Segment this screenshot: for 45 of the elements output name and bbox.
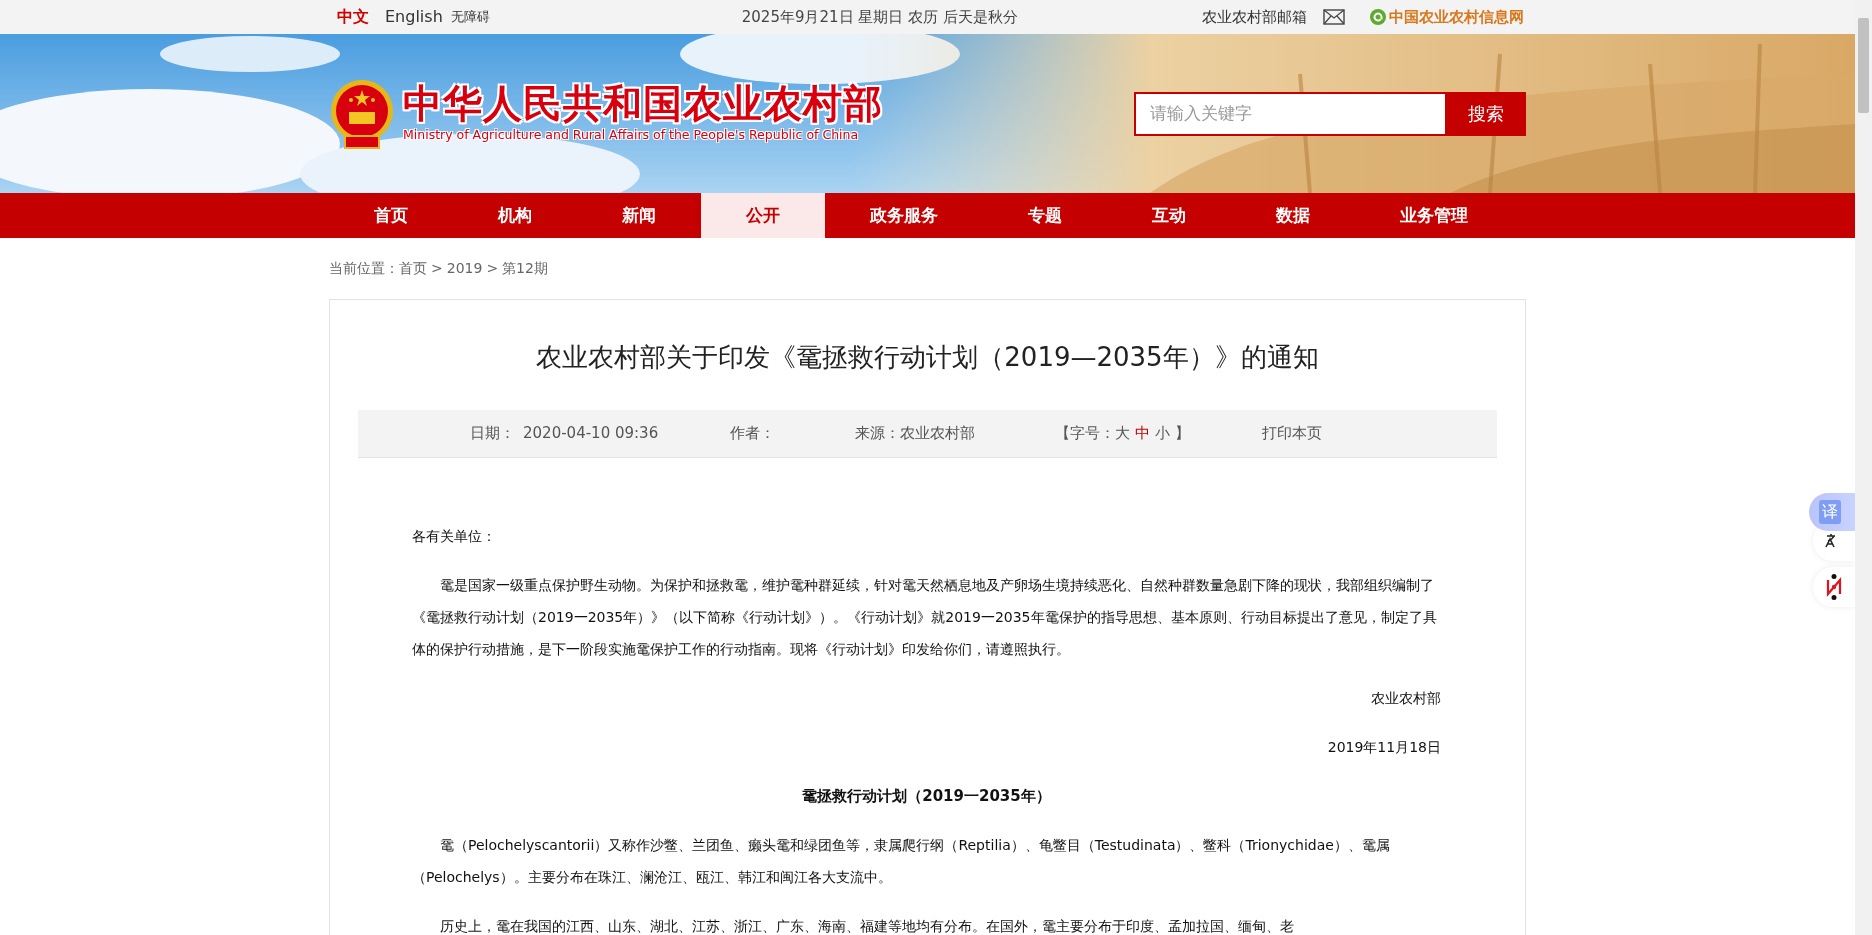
print-link[interactable]: 打印本页 [1262,422,1323,445]
author-label: 作者： [730,423,776,445]
breadcrumb-separator: > [486,260,499,276]
breadcrumb-link[interactable]: 第12期 [502,260,548,276]
site-logo-icon[interactable] [1369,8,1387,26]
breadcrumb-link[interactable]: 2019 [446,260,483,276]
font-size-link[interactable]: 大 [1115,422,1131,445]
breadcrumb-link[interactable]: 首页 [399,260,427,276]
scrollbar[interactable] [1855,0,1872,935]
date-text: 2025年9月21日 星期日 农历 后天是秋分 [741,6,1018,28]
paragraph: 鼋是国家一级重点保护野生动物。为保护和拯救鼋，维护鼋种群延续，针对鼋天然栖息地及产卵场生境持续恶化、自然种群数量急剧下降的现状，我部组织编制了《鼋拯救行动计划（2019一2035年）》（以下简称《行动计划》）。《行动计划》就2019一2035年鼋保护的指导思想、基本原则、行动目标提出了意见，制定了具体的保护行动措施，是下一阶段实施鼋保护工作的行动指南。现将《行动计划》印发给你们，请遵照执行。 [412,576,1438,659]
nav-tab[interactable]: 数据 [1231,193,1355,238]
site-title: 中华人民共和国农业农村部 [403,82,883,126]
signature-text: 2019年11月18日 [1326,738,1441,757]
language-link[interactable]: 中文 [337,5,369,29]
paragraph: 历史上，鼋在我国的江西、山东、湖北、江苏、浙江、广东、海南、福建等地均有分布。在国外，鼋主要分布于印度、孟加拉国、缅甸、老 [439,917,1295,935]
font-size-link[interactable]: 小 [1155,422,1171,445]
font-size-label: 【字号： [1055,423,1116,445]
nav-tab[interactable]: 专题 [983,193,1107,238]
mailbox-link[interactable]: 农业农村部邮箱 [1202,5,1307,29]
section-heading: 鼋拯救行动计划（2019一2035年） [801,786,1052,807]
nav-tab[interactable]: 新闻 [577,193,701,238]
font-size-bracket: 】 [1175,423,1191,445]
national-emblem-icon [329,77,395,150]
nav-tab[interactable]: 首页 [329,193,453,238]
source-text: 来源：农业农村部 [855,423,976,445]
signature-text: 农业农村部 [1370,689,1441,708]
site-subtitle: Ministry of Agriculture and Rural Affairs of the People's Republic of China [403,125,860,144]
language-link[interactable]: English [385,5,443,29]
nav-tab[interactable]: 公开 [701,193,825,238]
nav-tab[interactable]: 政务服务 [825,193,983,238]
nav-tab[interactable]: 机构 [453,193,577,238]
font-size-link[interactable]: 中 [1135,422,1151,445]
search-button[interactable]: 搜索 [1445,91,1526,136]
paragraph: 鼋（Pelochelyscantorii）又称作沙鳖、兰团鱼、癞头鼋和绿团鱼等，隶属爬行纲（Reptilia）、龟鳖目（Testudinata）、鳖科（Trionychidae）、鼋属（Pelochelys）。主要分布在珠江、澜沧江、瓯江、韩江和闽江各大支流中。 [412,836,1391,887]
publish-date: 2020-04-10 09:36 [523,423,659,445]
paragraph: 各有关单位： [412,527,497,546]
nav-tab[interactable]: 业务管理 [1355,193,1513,238]
article-title: 农业农村部关于印发《鼋拯救行动计划（2019—2035年）》的通知 [535,341,1320,374]
mail-icon[interactable] [1323,9,1345,25]
date-label: 日期： [470,423,515,445]
breadcrumb-separator: > [431,260,443,276]
nav-tab[interactable]: 互动 [1107,193,1231,238]
breadcrumb-label: 当前位置： [329,260,399,276]
accessibility-link[interactable]: 无障碍 [450,7,490,27]
